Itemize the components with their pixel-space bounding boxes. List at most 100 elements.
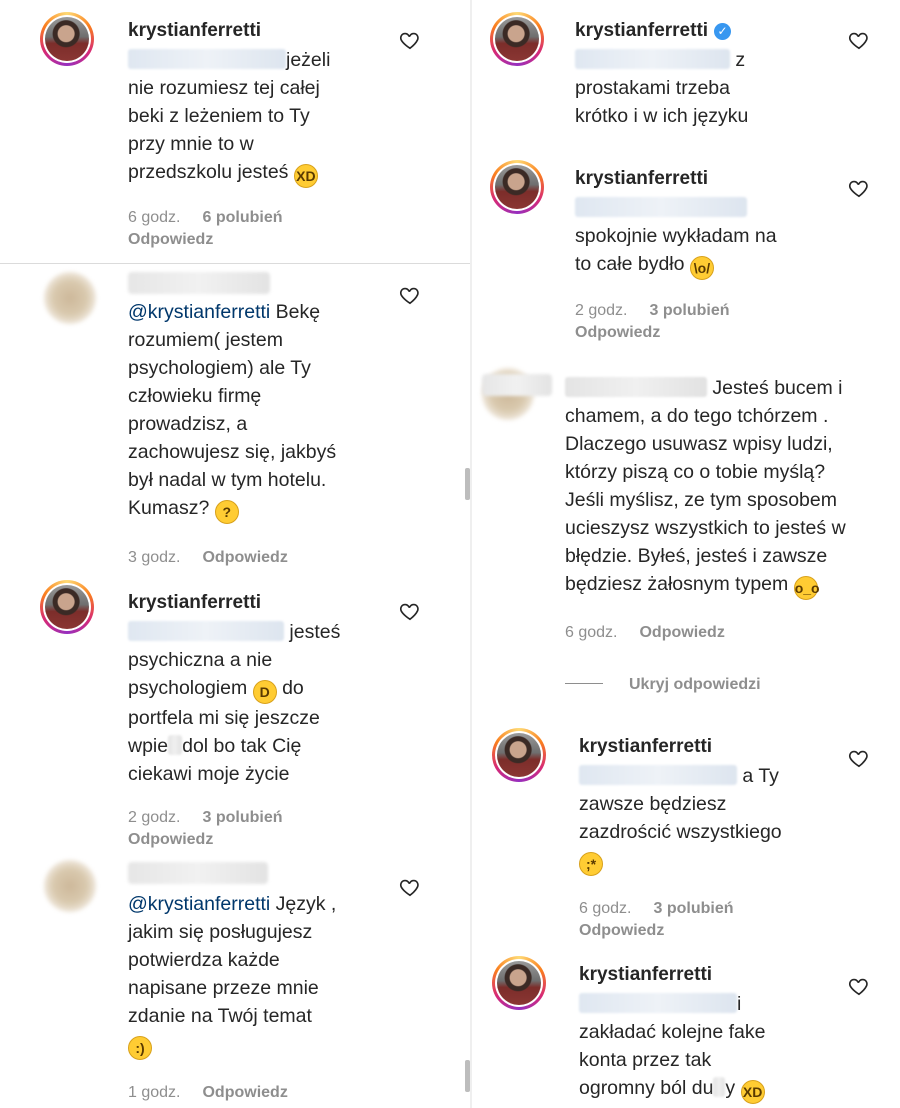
comment-line: ogromny ból du [579, 1077, 714, 1099]
comment-line: zakładać kolejne fake [579, 1021, 766, 1043]
heart-outline-icon[interactable] [399, 29, 421, 51]
reply-link[interactable]: Odpowiedz [639, 624, 724, 641]
comment-line: jesteś [289, 621, 341, 643]
mention-link[interactable]: @krystianferretti [128, 301, 270, 323]
comment-username[interactable]: krystianferretti [575, 168, 708, 190]
comment-text: jeżeli nie rozumiesz tej całej beki z le… [128, 46, 330, 188]
comment-time: 2 godz. [575, 302, 628, 319]
comment-username[interactable]: krystianferretti [579, 964, 712, 986]
comment-line: jakim się posługujesz [128, 921, 313, 943]
comment-line: konta przez tak [579, 1049, 712, 1071]
comment-line: potwierdza każde [128, 949, 280, 971]
likes-count[interactable]: 3 polubień [653, 900, 733, 917]
heart-outline-icon[interactable] [399, 876, 421, 898]
mention-link[interactable]: @krystianferretti [128, 893, 270, 915]
comment-line: nie rozumiesz tej całej [128, 77, 320, 99]
comment-meta: 6 godz. 6 polubień [128, 209, 282, 227]
comment-line: do [282, 677, 304, 699]
comment-line: zachowujesz się, jakbyś [128, 441, 337, 463]
comment-meta: 2 godz. 3 polubień [128, 809, 282, 827]
avatar[interactable] [44, 860, 98, 914]
tears-of-joy-emoji: D [252, 680, 277, 704]
redacted-mention [128, 621, 284, 641]
comment-line: dol bo tak Cię [182, 735, 302, 757]
heart-outline-icon[interactable] [848, 975, 870, 997]
comment-line: Kumasz? [128, 497, 210, 519]
smiling-emoji: :) [128, 1036, 152, 1060]
reply-link[interactable]: Odpowiedz [202, 549, 287, 566]
comment-line: Język , [275, 893, 337, 915]
comment-time: 6 godz. [565, 624, 618, 641]
comment-meta: 6 godz. 3 polubień [579, 900, 733, 918]
comment-line: prostakami trzeba [575, 77, 730, 99]
reply-link[interactable]: Odpowiedz [579, 922, 664, 940]
heart-outline-icon[interactable] [848, 747, 870, 769]
comment-line: którzy piszą co o tobie myślą? [565, 461, 826, 483]
rolling-eyes-emoji: o_o [793, 576, 820, 600]
comment-line: napisane przeze mnie [128, 977, 319, 999]
comment-line: i [737, 993, 742, 1015]
comment-line: jeżeli [286, 49, 331, 71]
reply-link[interactable]: Odpowiedz [128, 831, 213, 849]
comment-username[interactable]: krystianferretti [579, 736, 712, 758]
comment-text: @krystianferretti Język , jakim się posł… [128, 890, 336, 1060]
avatar[interactable] [490, 160, 544, 214]
comment-username[interactable]: krystianferretti [128, 20, 261, 42]
comment-item: krystianferretti jeżeli nie rozumiesz te… [0, 0, 470, 260]
avatar[interactable] [44, 272, 98, 326]
comment-item: Jesteś bucem i chamem, a do tego tchórze… [472, 360, 900, 660]
comments-column-right[interactable]: krystianferretti ✓ z prostakami trzeba kr… [472, 0, 900, 1108]
username-text: krystianferretti [575, 20, 709, 41]
reply-link[interactable]: Odpowiedz [202, 1084, 287, 1101]
avatar[interactable] [40, 12, 94, 66]
hide-replies-line [565, 683, 603, 684]
comment-line: ciekawi moje życie [128, 763, 290, 785]
comment-meta: 1 godz. Odpowiedz [128, 1084, 288, 1102]
comment-line: portfela mi się jeszcze [128, 707, 320, 729]
likes-count[interactable]: 3 polubień [202, 809, 282, 826]
heart-outline-icon[interactable] [848, 177, 870, 199]
reply-link[interactable]: Odpowiedz [575, 324, 660, 342]
comment-line: ucieszysz wszystkich to jesteś w [565, 517, 846, 539]
avatar[interactable] [490, 12, 544, 66]
comment-meta: 3 godz. Odpowiedz [128, 549, 288, 567]
comments-column-left[interactable]: krystianferretti jeżeli nie rozumiesz te… [0, 0, 470, 1108]
comment-line: Jesteś bucem i [712, 377, 843, 399]
redacted-mention [128, 49, 286, 69]
likes-count[interactable]: 6 polubień [202, 209, 282, 226]
comment-line: człowieku firmę [128, 385, 262, 407]
hide-replies-button[interactable]: Ukryj odpowiedzi [565, 676, 761, 694]
avatar[interactable] [492, 728, 546, 782]
comment-meta: 6 godz. Odpowiedz [565, 624, 725, 642]
likes-count[interactable]: 3 polubień [649, 302, 729, 319]
heart-outline-icon[interactable] [848, 29, 870, 51]
comment-text: @krystianferretti Bekę rozumiem( jestem … [128, 298, 336, 524]
hide-replies-label: Ukryj odpowiedzi [629, 676, 761, 693]
redacted-username [565, 377, 707, 397]
comment-line: to całe bydło [575, 253, 685, 275]
comment-line: zdanie na Twój temat [128, 1005, 312, 1027]
comment-line: psychologiem) ale Ty [128, 357, 311, 379]
comment-text: z prostakami trzeba krótko i w ich język… [575, 46, 748, 130]
redacted-mention [575, 197, 747, 217]
grinning-squinting-emoji: XD [740, 1080, 765, 1104]
comment-line: z [735, 49, 746, 71]
comment-item: krystianferretti ✓ z prostakami trzeba kr… [472, 0, 900, 150]
comment-text: Jesteś bucem i chamem, a do tego tchórze… [565, 374, 846, 600]
comment-text: spokojnie wykładam na to całe bydło \o/ [575, 194, 777, 280]
comment-line: a Ty [742, 765, 779, 787]
blowing-kiss-emoji: ;* [579, 852, 603, 876]
comment-username[interactable]: krystianferretti [128, 592, 261, 614]
comment-line: psychiczna a nie [128, 649, 273, 671]
reply-link[interactable]: Odpowiedz [128, 231, 213, 249]
comment-text: a Ty zawsze będziesz zazdrościć wszystki… [579, 762, 782, 876]
redacted-username [128, 272, 270, 294]
comment-text: jesteś psychiczna a nie psychologiem D d… [128, 618, 340, 788]
comment-line: będziesz żałosnym typem [565, 573, 789, 595]
heart-outline-icon[interactable] [399, 600, 421, 622]
comment-item: krystianferretti i zakładać kolejne fake… [472, 950, 900, 1108]
avatar[interactable] [492, 956, 546, 1010]
avatar[interactable] [40, 580, 94, 634]
comment-username[interactable]: krystianferretti ✓ [575, 20, 732, 42]
heart-outline-icon[interactable] [399, 284, 421, 306]
